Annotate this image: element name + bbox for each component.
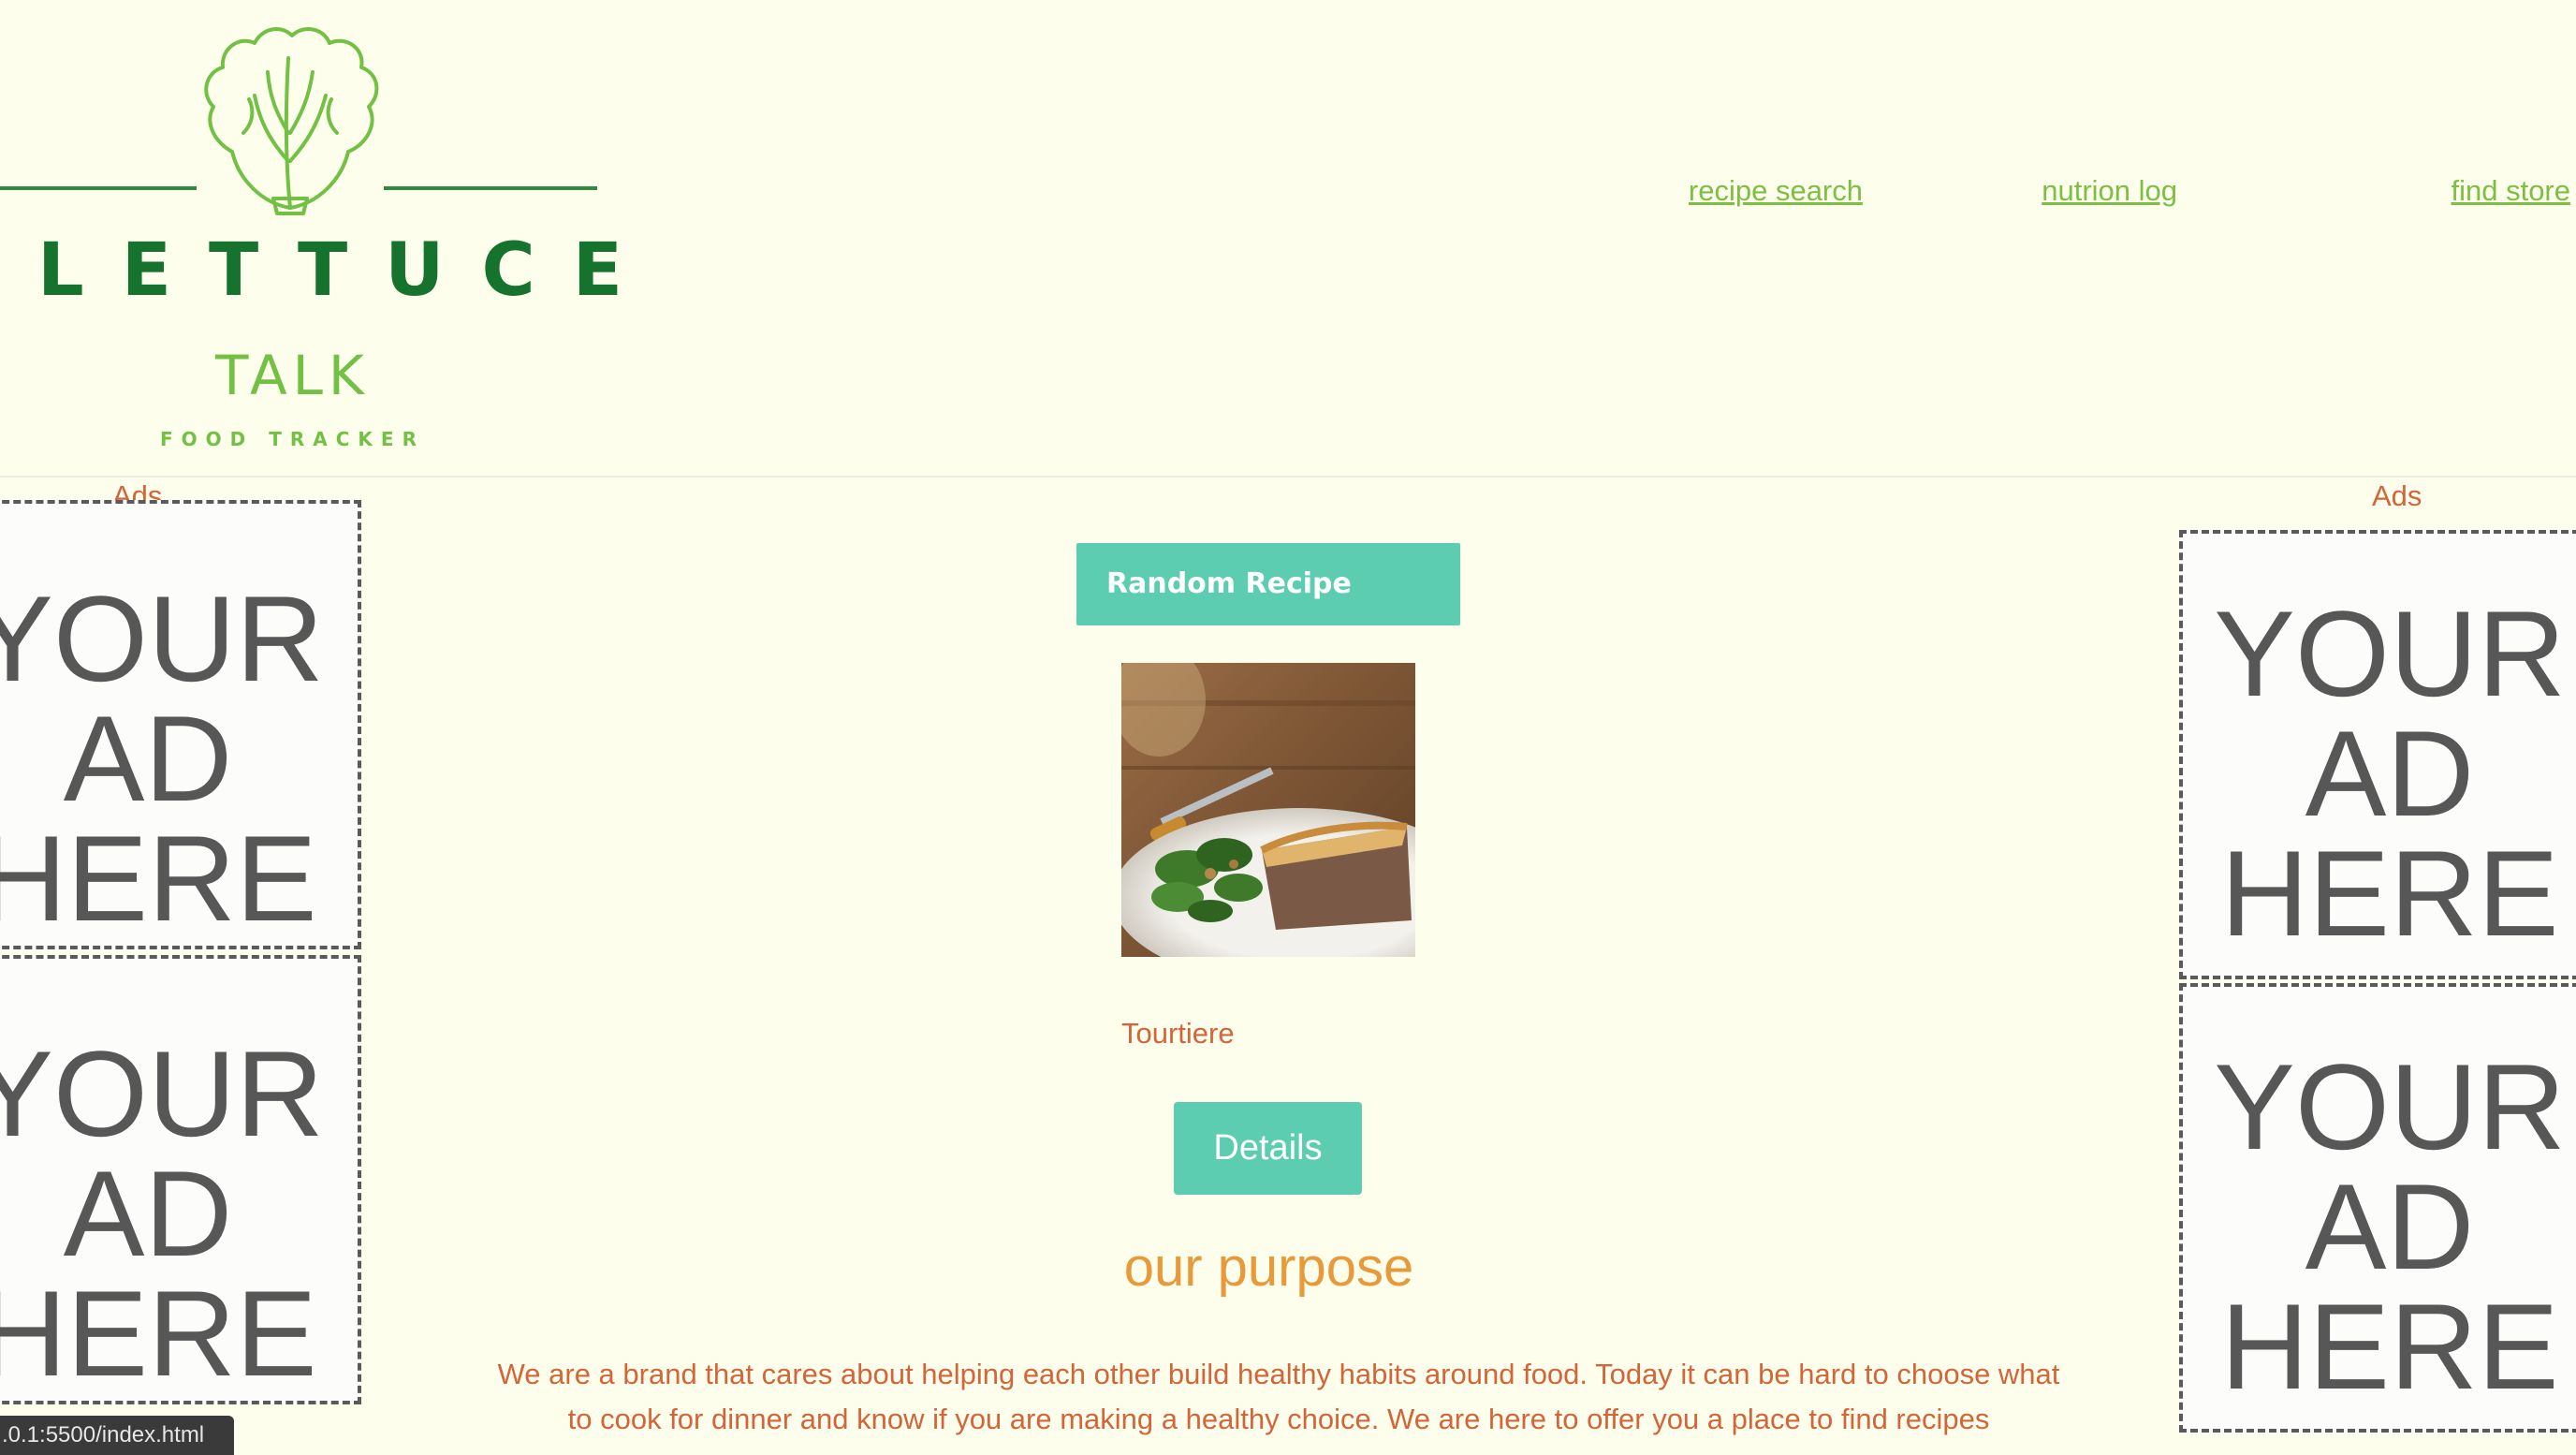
- logo-wordmark: LETTUCE: [37, 228, 661, 313]
- recipe-image[interactable]: [1121, 663, 1415, 957]
- recipe-name: Tourtiere: [1121, 1017, 1235, 1050]
- ad-banner[interactable]: YOUR AD HERE: [0, 955, 361, 1404]
- browser-status-url: .0.1:5500/index.html: [0, 1416, 234, 1455]
- nav-find-store[interactable]: find store: [2451, 174, 2570, 208]
- ad-text: YOUR AD HERE: [2214, 585, 2566, 962]
- details-button[interactable]: Details: [1174, 1102, 1362, 1195]
- ad-banner[interactable]: YOUR AD HERE: [2179, 983, 2576, 1433]
- tourtiere-photo: [1121, 663, 1415, 957]
- ads-sidebar-left: Ads YOUR AD HERE YOUR AD HERE: [0, 479, 361, 1455]
- logo-talk: TALK: [215, 344, 370, 407]
- ad-text: YOUR AD HERE: [0, 570, 324, 947]
- ad-text: YOUR AD HERE: [0, 1025, 324, 1402]
- nav-nutrion-log[interactable]: nutrion log: [2042, 174, 2177, 208]
- ads-title: Ads: [2372, 479, 2422, 512]
- nav-recipe-search[interactable]: recipe search: [1689, 174, 1863, 208]
- logo-rule-left: [0, 186, 197, 190]
- purpose-heading: our purpose: [1123, 1237, 1414, 1298]
- purpose-paragraph: We are a brand that cares about helping …: [497, 1358, 2060, 1435]
- ad-banner[interactable]: YOUR AD HERE: [2179, 530, 2576, 979]
- ad-banner[interactable]: YOUR AD HERE: [0, 500, 361, 949]
- lettuce-icon: [204, 27, 379, 215]
- ads-sidebar-right: Ads YOUR AD HERE YOUR AD HERE: [2176, 479, 2576, 1455]
- random-recipe-button[interactable]: Random Recipe: [1076, 543, 1460, 625]
- logo-tagline: FOOD TRACKER: [160, 428, 425, 450]
- site-header: LETTUCE TALK FOOD TRACKER recipe search …: [0, 0, 2576, 478]
- logo-rule-right: [384, 186, 597, 190]
- main-content: Random Recipe Tourtiere Details our purp…: [361, 479, 2176, 1455]
- ad-text: YOUR AD HERE: [2214, 1038, 2566, 1415]
- lettuce-talk-logo[interactable]: LETTUCE TALK FOOD TRACKER: [0, 11, 661, 461]
